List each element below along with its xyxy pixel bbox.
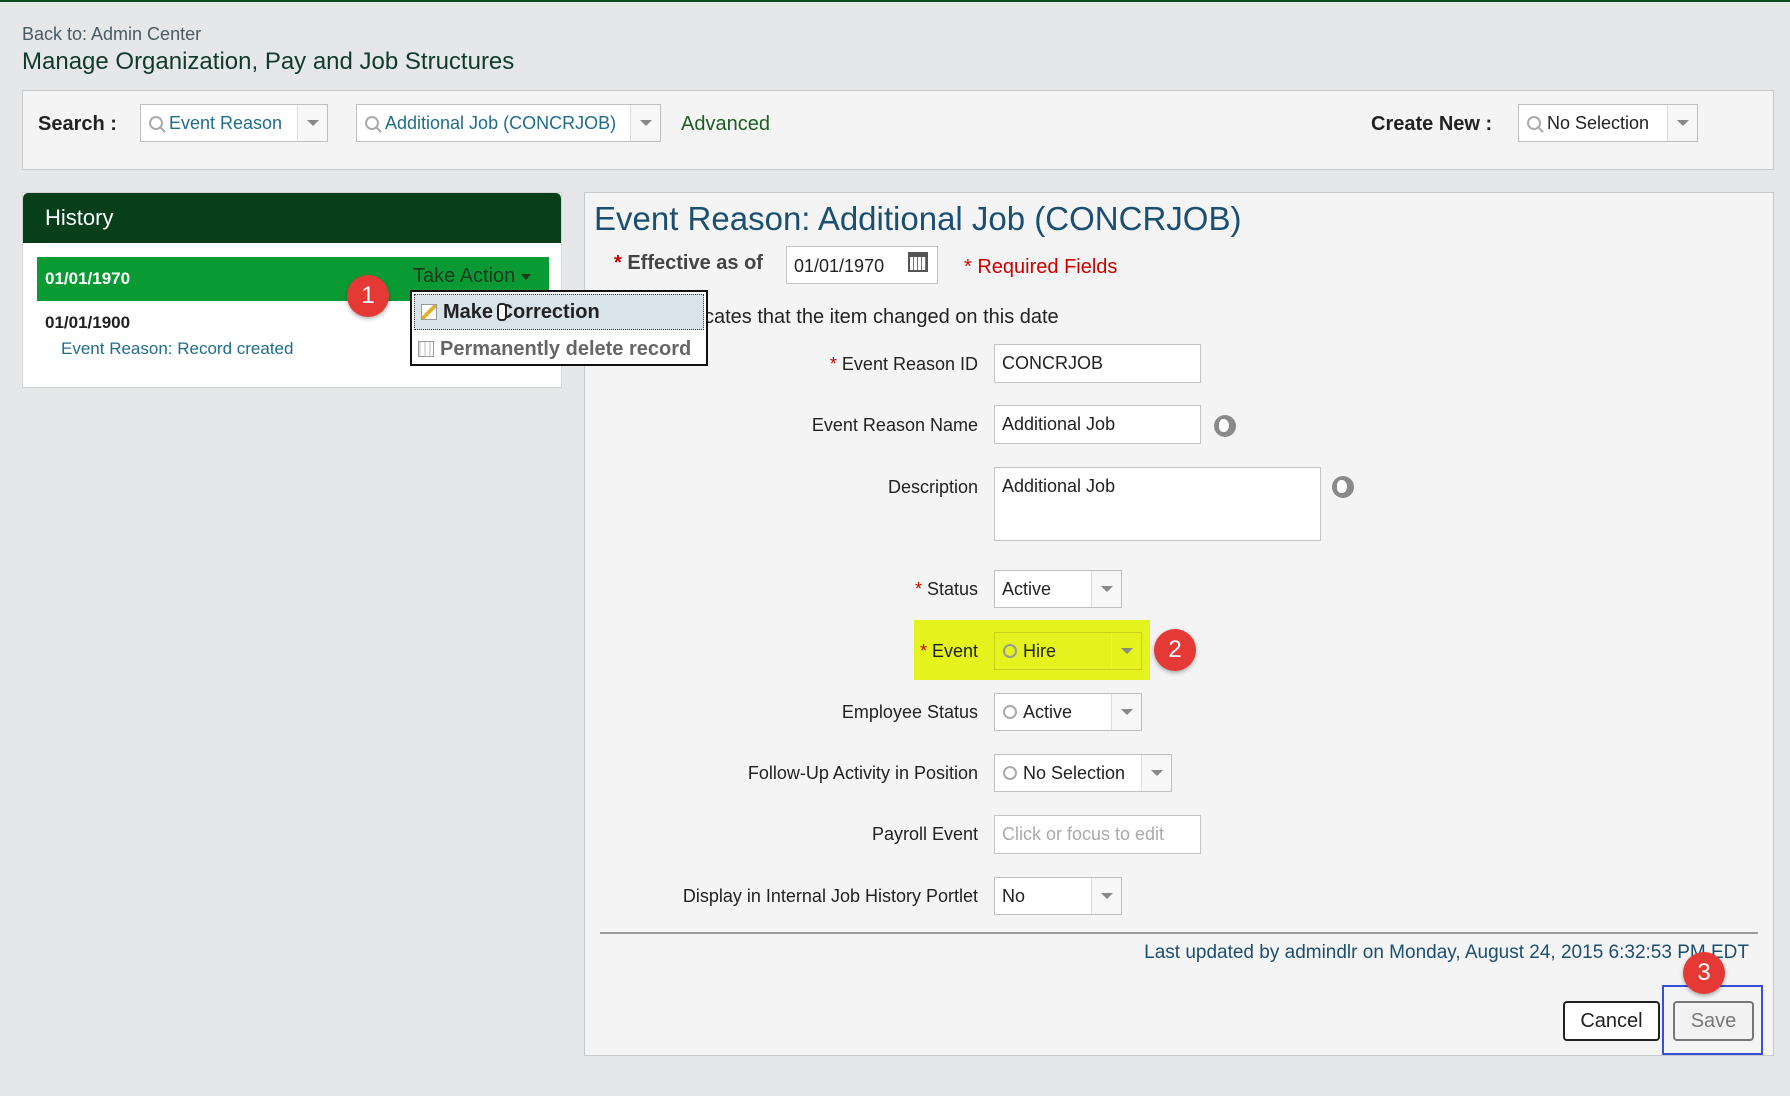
event-reason-id-label: * Event Reason ID — [829, 354, 978, 374]
save-button[interactable]: Save — [1673, 1001, 1754, 1041]
search-icon — [1003, 705, 1017, 719]
advanced-link[interactable]: Advanced — [681, 113, 770, 136]
chevron-down-icon[interactable] — [630, 105, 660, 141]
status-select[interactable]: Active — [994, 570, 1122, 608]
search-icon — [1527, 116, 1541, 130]
cancel-button[interactable]: Cancel — [1563, 1001, 1660, 1041]
hand-cursor-icon — [497, 303, 507, 321]
globe-icon[interactable] — [1332, 476, 1354, 498]
calendar-icon[interactable] — [908, 252, 928, 272]
event-reason-id-input[interactable]: CONCRJOB — [994, 344, 1201, 383]
followup-select[interactable]: No Selection — [994, 754, 1172, 792]
effective-label: * Effective as of — [614, 252, 763, 274]
chevron-down-icon[interactable] — [1091, 878, 1121, 914]
back-link[interactable]: Back to: Admin Center — [22, 24, 201, 45]
followup-label: Follow-Up Activity in Position — [747, 763, 978, 783]
step-badge-3: 3 — [1683, 952, 1725, 994]
search-icon — [365, 116, 379, 130]
event-reason-name-input[interactable]: Additional Job — [994, 405, 1201, 444]
create-new-value: No Selection — [1547, 112, 1650, 133]
event-label: * Event — [919, 641, 978, 661]
history-selected-date: 01/01/1970 — [45, 269, 131, 288]
pencil-icon — [421, 304, 437, 320]
search-icon — [149, 116, 163, 130]
take-action-menu: Make Correction Permanently delete recor… — [410, 290, 708, 366]
globe-icon[interactable] — [1214, 415, 1236, 437]
chevron-down-icon[interactable] — [1091, 571, 1121, 607]
change-note: cates that the item changed on this date — [704, 306, 1059, 328]
chevron-down-icon[interactable] — [1111, 633, 1141, 669]
description-label: Description — [887, 477, 978, 497]
create-new-label: Create New : — [1371, 113, 1493, 135]
make-correction-item[interactable]: Make Correction — [414, 294, 704, 330]
history-older-date: 01/01/1900 — [45, 313, 131, 332]
display-history-select[interactable]: No — [994, 877, 1122, 915]
create-new-combo[interactable]: No Selection — [1518, 104, 1698, 142]
step-badge-2: 2 — [1154, 629, 1196, 671]
divider — [600, 932, 1758, 934]
search-record-combo[interactable]: Additional Job (CONCRJOB) — [356, 104, 661, 142]
chevron-down-icon[interactable] — [297, 105, 327, 141]
trash-icon — [418, 341, 434, 357]
search-record-value: Additional Job (CONCRJOB) — [385, 112, 617, 133]
form-title: Event Reason: Additional Job (CONCRJOB) — [594, 200, 1242, 237]
history-older-link[interactable]: Event Reason: Record created — [61, 339, 293, 359]
required-fields-note: * Required Fields — [964, 256, 1118, 278]
search-label: Search : — [38, 113, 117, 135]
description-textarea[interactable]: Additional Job — [994, 467, 1321, 541]
step-badge-1: 1 — [347, 275, 389, 317]
display-history-label: Display in Internal Job History Portlet — [682, 886, 978, 906]
delete-record-item[interactable]: Permanently delete record — [412, 332, 706, 368]
status-label: * Status — [914, 579, 978, 599]
search-type-combo[interactable]: Event Reason — [140, 104, 328, 142]
search-type-value: Event Reason — [169, 112, 283, 133]
take-action-button[interactable]: Take Action — [413, 265, 531, 288]
payroll-input[interactable]: Click or focus to edit — [994, 815, 1201, 854]
page-title: Manage Organization, Pay and Job Structu… — [22, 48, 515, 75]
last-updated: Last updated by admindlr on Monday, Augu… — [1144, 942, 1749, 963]
employee-status-select[interactable]: Active — [994, 693, 1142, 731]
chevron-down-icon[interactable] — [1141, 755, 1171, 791]
event-select[interactable]: Hire — [994, 632, 1142, 670]
history-title: History — [23, 193, 561, 243]
chevron-down-icon[interactable] — [1111, 694, 1141, 730]
payroll-label: Payroll Event — [871, 824, 978, 844]
employee-status-label: Employee Status — [841, 702, 978, 722]
chevron-down-icon[interactable] — [1667, 105, 1697, 141]
search-icon — [1003, 766, 1017, 780]
event-reason-name-label: Event Reason Name — [811, 415, 978, 435]
